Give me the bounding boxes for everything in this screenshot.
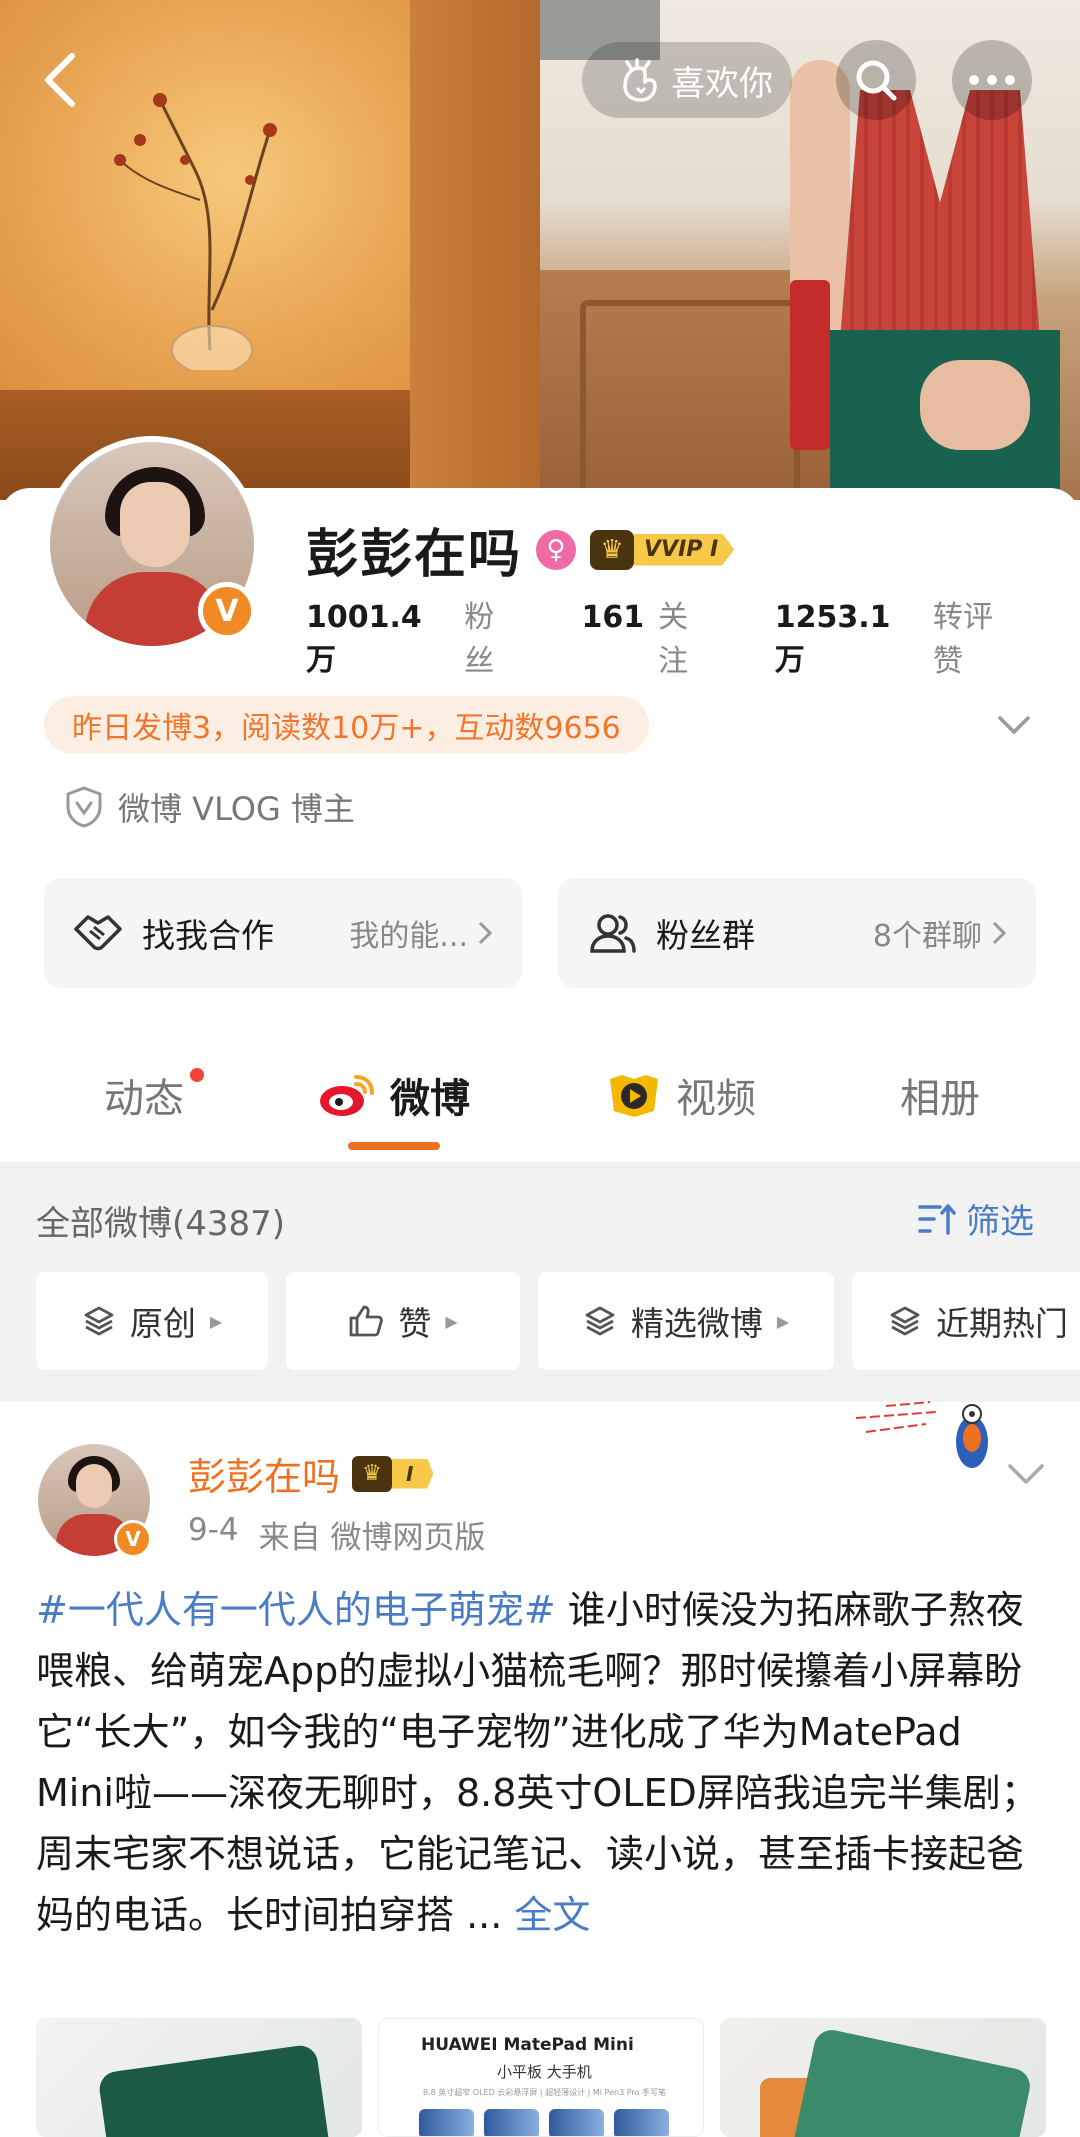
crown-icon: ♛: [590, 529, 635, 570]
tab-label: 微博: [390, 1076, 470, 1122]
verified-title: 微博 VLOG 博主: [118, 790, 355, 828]
like-you-label: 喜欢你: [671, 63, 773, 104]
active-tab-indicator: [348, 1142, 440, 1150]
cooperation-sub: 我的能...: [349, 911, 494, 955]
image-fine-text: 8.8 英寸超窄 OLED 云彩悬浮屏 | 超轻薄设计 | Mi Pen3 Pr…: [423, 2088, 666, 2097]
post-image-1[interactable]: [36, 2018, 362, 2137]
like-you-button[interactable]: 喜欢你: [582, 42, 792, 118]
layers-icon: [585, 1306, 615, 1336]
chip-liked[interactable]: 赞 ▶: [286, 1272, 520, 1370]
post-author-row: 彭彭在吗 ♛ I: [188, 1446, 434, 1501]
filter-button[interactable]: 筛选: [918, 1194, 1034, 1243]
stat-value: 161: [581, 600, 645, 635]
thumbs-up-icon: [349, 1305, 384, 1337]
fan-group-card[interactable]: 粉丝群 8个群聊: [558, 878, 1036, 988]
activity-summary[interactable]: 昨日发博3，阅读数10万+，互动数9656: [44, 696, 649, 754]
chip-label: 原创: [129, 1304, 196, 1343]
vip-badge[interactable]: ♛ I: [352, 1455, 434, 1492]
layers-icon: [890, 1306, 920, 1336]
caret-right-icon: ▶: [445, 1311, 458, 1331]
tab-album[interactable]: 相册: [900, 1050, 980, 1140]
name-row: 彭彭在吗 ♀ ♛ VVIP I: [306, 512, 735, 587]
post-source: 来自 微博网页版: [258, 1520, 486, 1556]
verified-info[interactable]: 微博 VLOG 博主: [64, 784, 355, 830]
caret-right-icon: ▶: [776, 1311, 790, 1331]
fan-group-title: 粉丝群: [656, 916, 755, 955]
profile-tabs: 动态 微博 视频 相册: [0, 1050, 1080, 1160]
hand-heart-icon: [623, 58, 657, 102]
stat-following[interactable]: 161 关注: [582, 592, 717, 680]
chip-recent-hot[interactable]: 近期热门: [852, 1272, 1080, 1370]
vvip-badge[interactable]: ♛ VVIP I: [590, 529, 735, 570]
chip-label: 赞: [398, 1304, 432, 1343]
tab-weibo[interactable]: 微博: [318, 1050, 470, 1140]
post-date: 9-4: [188, 1512, 239, 1548]
female-icon: ♀: [536, 529, 577, 570]
chevron-right-icon: [478, 921, 493, 945]
tab-label: 相册: [900, 1076, 980, 1122]
stat-value: 1001.4万: [306, 600, 422, 678]
stat-value: 1253.1万: [774, 600, 891, 678]
stat-label: 粉丝: [464, 600, 495, 679]
stat-fans[interactable]: 1001.4万 粉丝: [306, 592, 524, 680]
back-button[interactable]: [20, 40, 100, 120]
shield-icon: [66, 786, 102, 828]
post-menu-chevron-icon[interactable]: [1004, 1450, 1048, 1494]
more-button[interactable]: [952, 40, 1032, 120]
tab-label: 动态: [104, 1076, 184, 1122]
expand-chevron-icon[interactable]: [994, 704, 1034, 744]
filter-label: 筛选: [966, 1202, 1034, 1242]
search-button[interactable]: [836, 40, 916, 120]
tab-video[interactable]: 视频: [606, 1050, 756, 1140]
cooperation-title: 找我合作: [142, 916, 274, 955]
stat-label: 关注: [658, 600, 689, 679]
group-icon: [590, 914, 636, 953]
vip-level: I: [392, 1458, 434, 1489]
more-dots-icon: [969, 75, 1015, 85]
unread-dot: [190, 1068, 204, 1082]
verified-badge-icon: V: [114, 1520, 152, 1558]
image-sub-text: 小平板 大手机: [497, 2063, 592, 2081]
handshake-icon: [74, 915, 122, 951]
stat-label: 转评赞: [932, 600, 993, 679]
all-weibo-count: 全部微博(4387): [36, 1204, 286, 1244]
read-more-link[interactable]: 全文: [514, 1893, 590, 1937]
caret-right-icon: ▶: [209, 1311, 223, 1331]
tab-label: 视频: [676, 1076, 756, 1122]
chip-label: 精选微博: [630, 1304, 763, 1343]
layers-icon: [84, 1306, 114, 1336]
search-icon: [856, 60, 897, 101]
post-body-text: 谁小时候没为拓麻歌子熬夜喂粮、给萌宠App的虚拟小猫梳毛啊？那时候攥着小屏幕盼它…: [36, 1588, 1039, 1937]
weibo-logo-icon: [320, 1075, 374, 1116]
vvip-label: VVIP I: [634, 533, 735, 566]
verified-badge-icon: V: [198, 582, 256, 640]
chip-label: 近期热门: [936, 1304, 1068, 1343]
profile-name: 彭彭在吗: [306, 525, 523, 585]
filter-icon: [918, 1203, 956, 1235]
chip-original[interactable]: 原创 ▶: [36, 1272, 268, 1370]
post-image-2[interactable]: HUAWEI MatePad Mini 小平板 大手机 8.8 英寸超窄 OLE…: [378, 2018, 704, 2137]
cover-image[interactable]: [0, 0, 1080, 500]
post-meta: 9-4 来自 微博网页版: [188, 1512, 486, 1557]
chevron-left-icon: [45, 53, 75, 107]
cooperation-card[interactable]: 找我合作 我的能...: [44, 878, 522, 988]
fan-group-sub: 8个群聊: [873, 911, 1008, 955]
sticker-decoration-icon: [856, 1401, 988, 1468]
stat-interactions[interactable]: 1253.1万 转评赞: [775, 592, 1022, 680]
post-image-3[interactable]: [720, 2018, 1046, 2137]
crown-icon: ♛: [352, 1455, 393, 1492]
post-body: #一代人有一代人的电子萌宠# 谁小时候没为拓麻歌子熬夜喂粮、给萌宠App的虚拟小…: [36, 1580, 1046, 1946]
chip-featured[interactable]: 精选微博 ▶: [538, 1272, 834, 1370]
tab-dynamics[interactable]: 动态: [104, 1050, 204, 1140]
chevron-right-icon: [992, 921, 1007, 945]
video-play-icon: [610, 1075, 658, 1117]
post-hashtag[interactable]: #一代人有一代人的电子萌宠#: [36, 1588, 556, 1632]
branch-decoration: [114, 93, 277, 370]
image-brand-text: HUAWEI MatePad Mini: [421, 2035, 634, 2055]
post-author-name[interactable]: 彭彭在吗: [188, 1446, 340, 1501]
stats-row: 1001.4万 粉丝 161 关注 1253.1万 转评赞: [306, 592, 1080, 680]
